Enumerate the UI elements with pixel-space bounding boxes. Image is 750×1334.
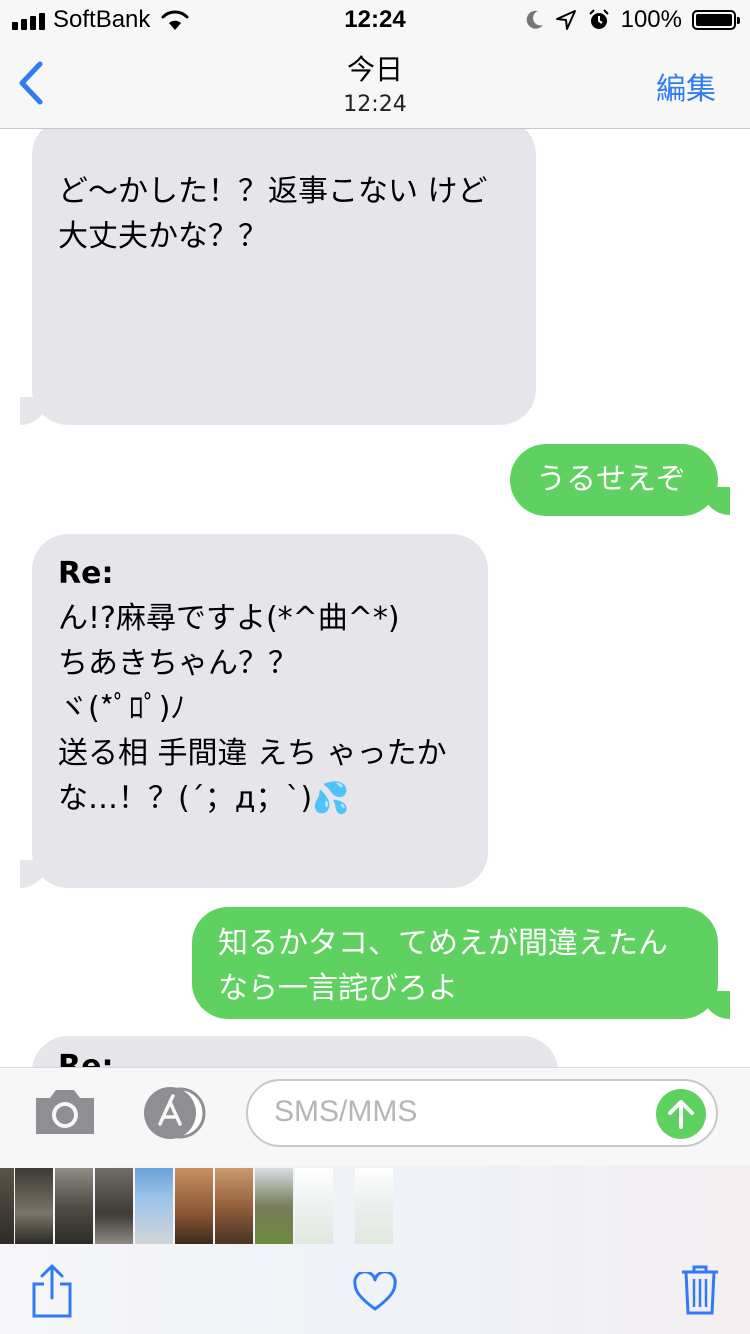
message-text: ん!?麻尋ですよ(*^曲^*) ちあきちゃん？？ ヾ(*ﾟﾛﾟ)ﾉ 送る相 手間… bbox=[58, 601, 447, 816]
page-title: 今日 bbox=[346, 53, 403, 86]
message-bubble-outgoing[interactable]: うるせえぞ bbox=[510, 444, 718, 516]
photo-thumbnail[interactable] bbox=[295, 1168, 333, 1244]
message-header: Re: bbox=[58, 1049, 114, 1067]
compose-bar: SMS/MMS bbox=[0, 1067, 750, 1166]
photo-thumbnail[interactable] bbox=[175, 1168, 213, 1244]
message-input-placeholder: SMS/MMS bbox=[274, 1095, 418, 1128]
status-right: 100% bbox=[525, 6, 740, 34]
message-bubble-outgoing[interactable]: 知るかタコ、てめえが間違えたん なら一言詫びろよ bbox=[192, 907, 718, 1019]
photo-thumbnail[interactable] bbox=[95, 1168, 133, 1244]
heart-icon[interactable] bbox=[352, 1272, 398, 1312]
message-text: 知るかタコ、てめえが間違えたん なら一言詫びろよ bbox=[218, 926, 668, 1006]
photo-thumbnail[interactable] bbox=[255, 1168, 293, 1244]
message-input[interactable]: SMS/MMS bbox=[246, 1079, 718, 1147]
share-icon[interactable] bbox=[30, 1262, 74, 1320]
photo-picker-strip[interactable] bbox=[0, 1166, 750, 1246]
battery-percent: 100% bbox=[620, 6, 682, 33]
alarm-icon bbox=[588, 9, 609, 29]
conversation[interactable]: ど〜かした！？返事こない けど 大丈夫かな？？ うるせえぞ Re: ん!?麻尋で… bbox=[0, 129, 750, 1067]
message-bubble-incoming[interactable]: Re: bbox=[32, 1036, 558, 1067]
bottom-toolbar bbox=[0, 1246, 750, 1334]
location-arrow-icon bbox=[555, 10, 576, 30]
status-bar: SoftBank 12:24 100% bbox=[0, 0, 750, 40]
page-subtitle: 12:24 bbox=[343, 92, 407, 117]
photo-thumbnail[interactable] bbox=[135, 1168, 173, 1244]
photo-thumbnail[interactable] bbox=[355, 1168, 393, 1244]
moon-icon bbox=[526, 10, 543, 29]
arrow-up-icon bbox=[668, 1100, 694, 1129]
message-bubble-incoming[interactable]: ど〜かした！？返事こない けど 大丈夫かな？？ bbox=[32, 129, 536, 425]
photo-thumbnail[interactable] bbox=[215, 1168, 253, 1244]
message-text: うるせえぞ bbox=[536, 462, 686, 497]
camera-icon[interactable] bbox=[32, 1086, 98, 1136]
message-bubble-incoming[interactable]: Re: ん!?麻尋ですよ(*^曲^*) ちあきちゃん？？ ヾ(*ﾟﾛﾟ)ﾉ 送る… bbox=[32, 534, 488, 888]
photo-thumbnail[interactable] bbox=[55, 1168, 93, 1244]
message-header: Re: bbox=[58, 556, 114, 591]
photo-thumbnail[interactable] bbox=[0, 1168, 14, 1244]
photo-thumbnail[interactable] bbox=[15, 1168, 53, 1244]
send-button[interactable] bbox=[656, 1089, 706, 1139]
trash-icon[interactable] bbox=[680, 1264, 720, 1316]
message-text: ど〜かした！？返事こない けど 大丈夫かな？？ bbox=[58, 174, 488, 254]
nav-bar: 今日 12:24 編集 bbox=[0, 40, 750, 129]
edit-button[interactable]: 編集 bbox=[656, 64, 716, 108]
battery-icon bbox=[692, 10, 740, 30]
app-store-icon[interactable] bbox=[140, 1086, 212, 1140]
